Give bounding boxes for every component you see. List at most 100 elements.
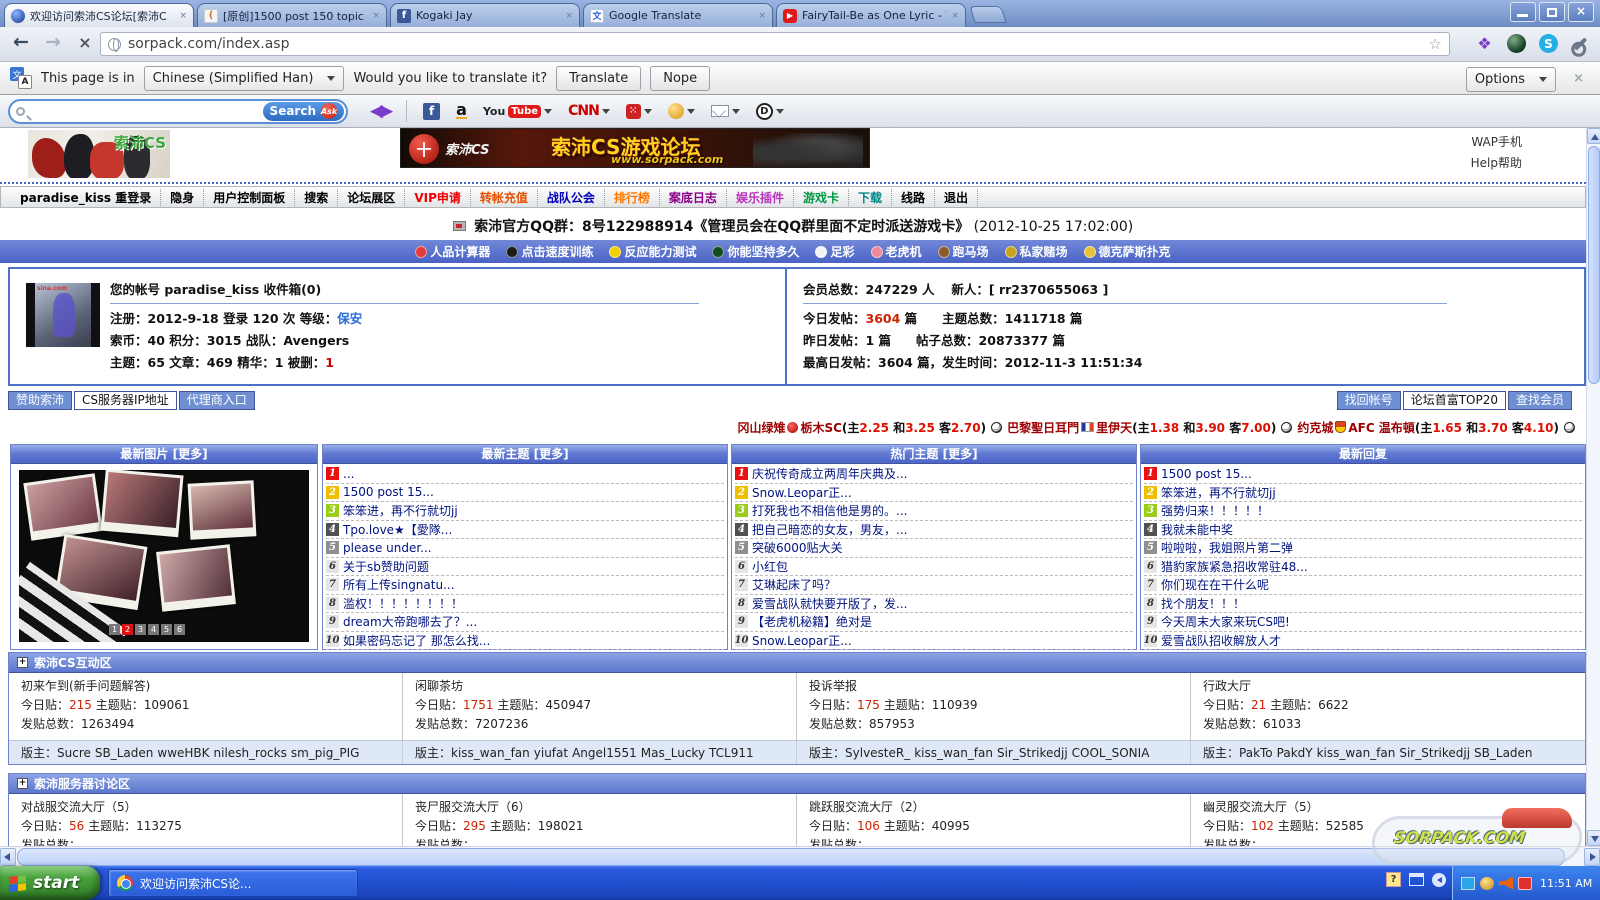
security-lock-icon[interactable] <box>1518 877 1532 890</box>
speaker-icon[interactable] <box>1499 877 1513 890</box>
image-pager-item[interactable]: 4 <box>148 624 159 635</box>
toolbar-search-box[interactable]: Search Ask <box>8 99 348 124</box>
betting-team-link[interactable]: 冈山绿雉 <box>737 421 785 435</box>
taskbar-task-button[interactable]: 欢迎访问索沛CS论... <box>108 869 358 897</box>
moderator-link[interactable]: wweHBK <box>157 746 209 760</box>
topic-link[interactable]: 找个朋友！！！ <box>1161 595 1245 612</box>
moderator-link[interactable]: SylvesteR_ <box>845 746 910 760</box>
scroll-left-button[interactable] <box>0 848 16 866</box>
topic-link[interactable]: 艾琳起床了吗？ <box>752 576 836 593</box>
latest-images-photo[interactable]: 123456 <box>19 470 309 642</box>
moderator-link[interactable]: SB_Laden <box>95 746 154 760</box>
forum-link[interactable]: 初来乍到(新手问题解答) <box>21 677 390 696</box>
nav-item[interactable]: 用户控制面板 <box>204 189 295 206</box>
help-question-icon[interactable]: ? <box>1386 872 1401 887</box>
translate-button[interactable]: Translate <box>556 66 641 91</box>
topic-link[interactable]: 小红包 <box>752 558 788 575</box>
nav-item[interactable]: 隐身 <box>161 189 204 206</box>
betting-team-link[interactable]: AFC 温布頓 <box>1348 421 1414 435</box>
forum-link[interactable]: 跳跃服交流大厅（2） <box>809 798 1178 817</box>
new-tab-button[interactable] <box>969 6 1007 23</box>
topic-link[interactable]: 1500 post 15... <box>343 485 434 499</box>
hide-icons-chevron[interactable] <box>1432 873 1446 887</box>
hot-topics-header[interactable]: 热门主题 [更多] <box>732 445 1136 464</box>
nav-item[interactable]: 下载 <box>849 189 892 206</box>
topic-link[interactable]: 爱雪战队就快要开版了，发... <box>752 595 907 612</box>
forum-link[interactable]: 丧尸服交流大厅（6） <box>415 798 784 817</box>
moderator-link[interactable]: sm_pig_PIG <box>291 746 360 760</box>
latest-topics-header[interactable]: 最新主题 [更多] <box>323 445 727 464</box>
nope-button[interactable]: Nope <box>650 66 710 91</box>
moderator-link[interactable]: Sir_Strikedjj <box>997 746 1068 760</box>
topic-link[interactable]: 1500 post 15... <box>1161 467 1252 481</box>
language-dropdown[interactable]: Chinese (Simplified Han) <box>144 66 345 91</box>
window-icon[interactable] <box>1409 873 1424 886</box>
bookmark-star-icon[interactable]: ☆ <box>1429 35 1442 53</box>
section-header[interactable]: + 索沛服务器讨论区 <box>9 774 1585 794</box>
moderator-link[interactable]: kiss_wan_fan <box>451 746 530 760</box>
restore-button[interactable] <box>1539 2 1565 22</box>
youtube-shortcut[interactable]: YouTube <box>483 105 552 118</box>
nav-item[interactable]: VIP申请 <box>405 189 471 206</box>
topic-link[interactable]: 关于sb赞助问题 <box>343 558 429 575</box>
address-text[interactable]: sorpack.com/index.asp <box>128 36 1422 52</box>
topic-link[interactable]: 啦啦啦，我姐照片第二弹 <box>1161 539 1293 556</box>
forum-logo-banner[interactable]: 索沛CS <box>28 130 170 178</box>
quick-game-link[interactable]: 你能坚持多久 <box>712 243 799 260</box>
browser-tab[interactable]: ([原创]1500 post 150 topic 15× <box>197 3 387 27</box>
d-eye-shortcut[interactable]: D <box>756 103 784 120</box>
wap-link[interactable]: WAP手机 <box>1471 132 1522 153</box>
moderator-link[interactable]: Sucre <box>57 746 91 760</box>
topic-link[interactable]: 滥权！！！！！！！！ <box>343 595 463 612</box>
vertical-scrollbar[interactable] <box>1586 128 1600 846</box>
nav-item[interactable]: 搜索 <box>295 189 338 206</box>
nav-item[interactable]: 排行榜 <box>605 189 660 206</box>
nav-item[interactable]: 论坛展区 <box>338 189 405 206</box>
panel-button[interactable]: 查找会员 <box>1508 391 1572 410</box>
help-link[interactable]: Help帮助 <box>1471 153 1522 174</box>
scroll-right-button[interactable] <box>1584 848 1600 866</box>
forum-link[interactable]: 行政大厅 <box>1203 677 1573 696</box>
browser-tab[interactable]: ▶FairyTail-Be as One Lyric - You× <box>776 3 966 27</box>
stop-button[interactable]: × <box>72 33 98 52</box>
expand-icon[interactable]: + <box>17 657 28 668</box>
close-button[interactable]: × <box>1568 2 1594 22</box>
image-pager-item[interactable]: 6 <box>174 624 185 635</box>
forum-link[interactable]: 幽灵服交流大厅（5） <box>1203 798 1573 817</box>
topic-link[interactable]: 【老虎机秘籍】绝对是 <box>752 613 872 630</box>
topic-link[interactable]: 你们现在在干什么呢 <box>1161 576 1269 593</box>
nav-item[interactable]: 游戏卡 <box>794 189 849 206</box>
image-pager-item[interactable]: 2 <box>122 624 133 635</box>
topic-link[interactable]: 强势归来！！！！！ <box>1161 502 1269 519</box>
avatar[interactable]: sina.com <box>26 283 100 347</box>
nav-item[interactable]: 战队公会 <box>538 189 605 206</box>
cnn-shortcut[interactable]: CNN <box>568 103 610 119</box>
quick-game-link[interactable]: 跑马场 <box>938 243 989 260</box>
chevron-down-icon[interactable] <box>544 109 552 114</box>
tab-close-icon[interactable]: × <box>179 11 187 21</box>
betting-team-link[interactable]: 里伊天 <box>1096 421 1132 435</box>
quick-game-link[interactable]: 德克萨斯扑克 <box>1084 243 1171 260</box>
chevron-down-icon[interactable] <box>602 109 610 114</box>
facebook-icon[interactable]: f <box>423 103 440 120</box>
quick-game-link[interactable]: 足彩 <box>815 243 854 260</box>
quick-game-link[interactable]: 人品计算器 <box>415 243 490 260</box>
forum-link[interactable]: 闲聊茶坊 <box>415 677 784 696</box>
nav-item[interactable]: 娱乐插件 <box>727 189 794 206</box>
options-button[interactable]: Options <box>1466 67 1556 92</box>
nav-item[interactable]: 案底日志 <box>660 189 727 206</box>
quick-game-link[interactable]: 反应能力测试 <box>609 243 696 260</box>
topic-link[interactable]: Snow.Leopar正... <box>752 484 852 501</box>
panel-button[interactable]: 代理商入口 <box>179 391 255 410</box>
tab-close-icon[interactable]: × <box>565 11 573 21</box>
browser-tab[interactable]: fKogaki Jay× <box>390 3 580 27</box>
nav-item[interactable]: paradise_kiss 重登录 <box>11 189 161 206</box>
moderator-link[interactable]: Mas_Lucky <box>641 746 705 760</box>
moderator-link[interactable]: Sir_Strikedjj <box>1399 746 1470 760</box>
browser-tab[interactable]: 文Google Translate× <box>583 3 773 27</box>
forum-link[interactable]: 投诉举报 <box>809 677 1178 696</box>
announcement-text[interactable]: 索沛官方QQ群：8号122988914《管理员会在QQ群里面不定时派送游戏卡》 <box>474 219 969 235</box>
volume-icon[interactable] <box>1480 877 1494 890</box>
forum-link[interactable]: 对战服交流大厅（5） <box>21 798 390 817</box>
latest-images-header[interactable]: 最新图片 [更多] <box>11 445 317 464</box>
